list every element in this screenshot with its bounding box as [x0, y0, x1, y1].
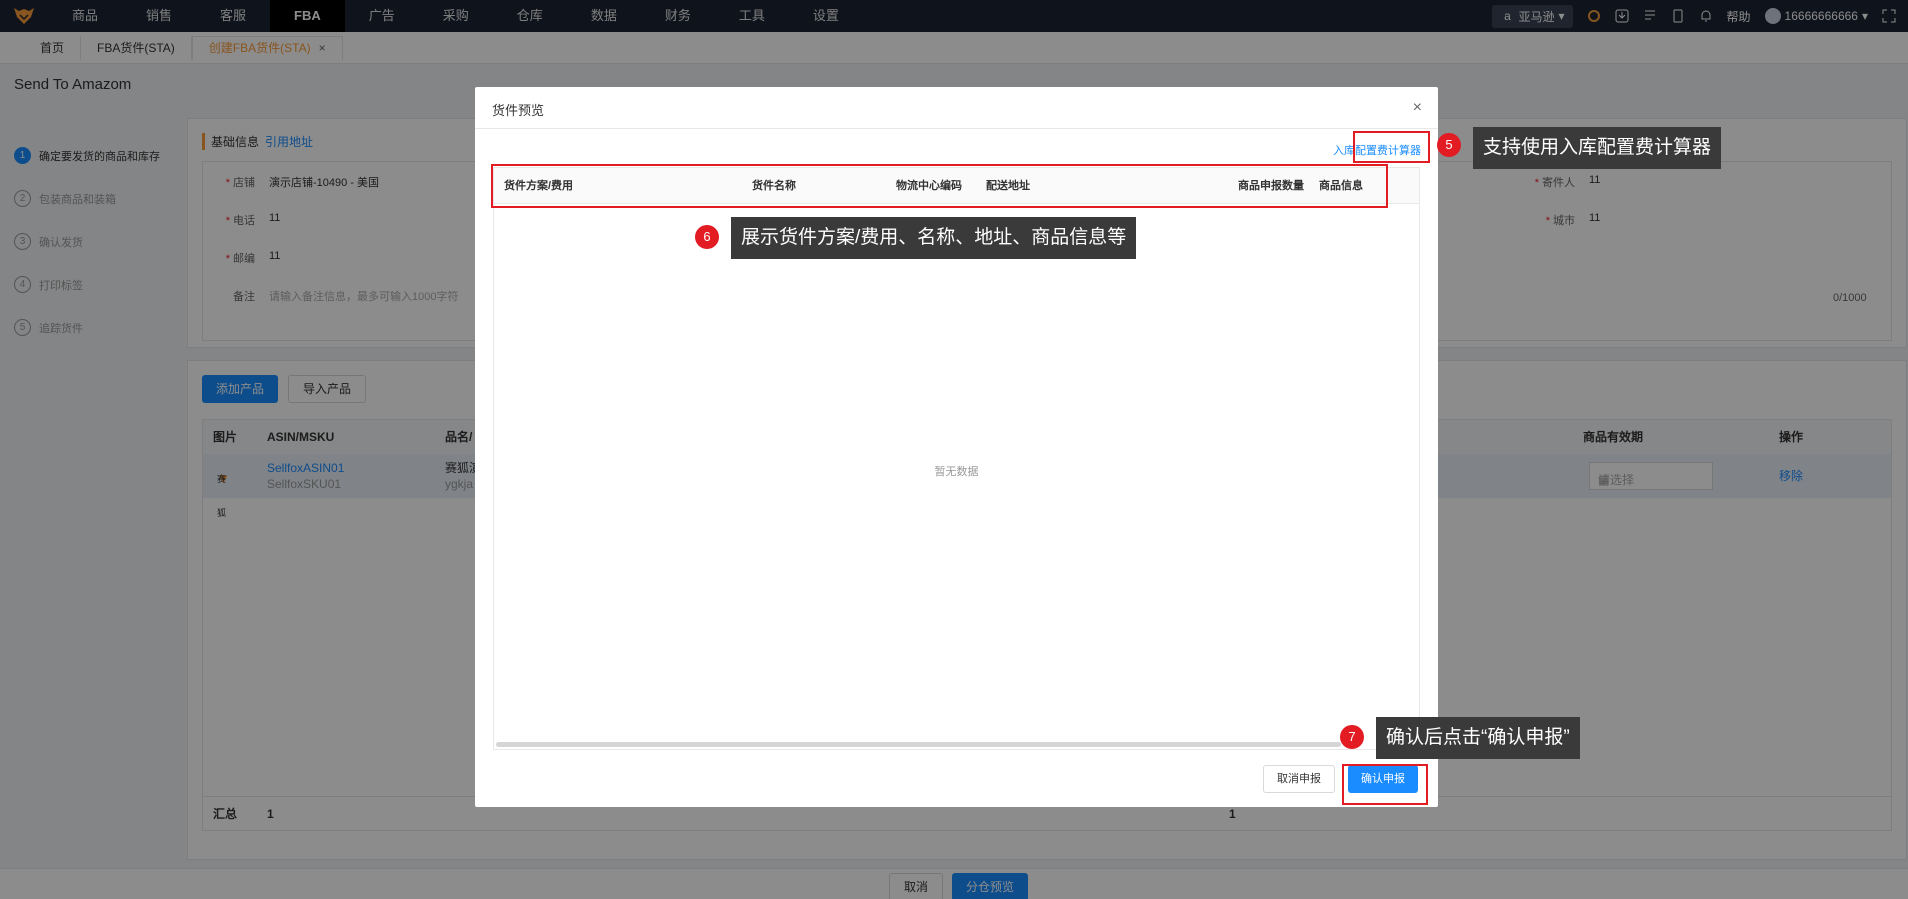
modal-header: 货件预览 × [475, 87, 1438, 129]
callout-badge-7: 7 [1340, 725, 1364, 749]
empty-state: 暂无数据 [934, 466, 979, 478]
highlight-box-confirm [1342, 764, 1428, 805]
callout-badge-5: 5 [1437, 133, 1461, 157]
callout-tip-5: 支持使用入库配置费计算器 [1473, 127, 1722, 169]
close-icon[interactable]: × [1413, 99, 1422, 117]
modal-footer: 取消申报 确认申报 [475, 757, 1438, 807]
callout-tip-6: 展示货件方案/费用、名称、地址、商品信息等 [731, 217, 1137, 259]
callout-tip-7: 确认后点击“确认申报” [1376, 717, 1580, 759]
horizontal-scrollbar[interactable] [496, 742, 1341, 747]
callout-badge-6: 6 [695, 225, 719, 249]
highlight-box-calculator [1353, 131, 1430, 163]
cancel-declare-button[interactable]: 取消申报 [1263, 765, 1335, 793]
highlight-box-table-header [491, 164, 1388, 208]
modal-title: 货件预览 [492, 103, 545, 118]
